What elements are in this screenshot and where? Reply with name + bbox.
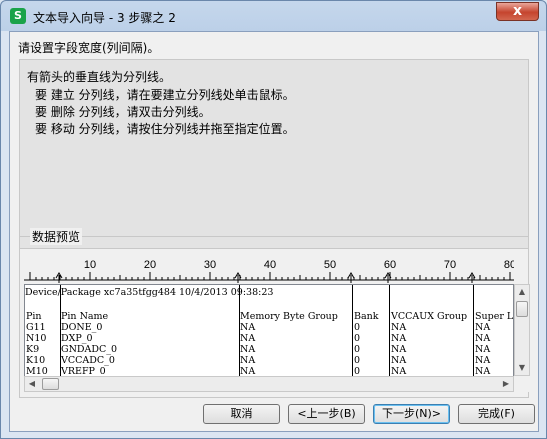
back-button[interactable]: <上一步(B) (288, 404, 365, 424)
horizontal-scroll-thumb[interactable] (42, 378, 59, 390)
table-cell: K9 (26, 344, 40, 355)
column-break-line[interactable] (239, 285, 240, 388)
table-cell: NA (240, 322, 256, 333)
table-cell: NA (391, 355, 407, 366)
column-break-line[interactable] (389, 285, 390, 388)
table-cell: NA (240, 333, 256, 344)
close-button[interactable]: x (496, 2, 539, 21)
table-cell: G11 (26, 322, 46, 333)
finish-button[interactable]: 完成(F) (458, 404, 535, 424)
ruler-label: 10 (84, 259, 96, 271)
table-cell: DXP_0 (61, 333, 93, 344)
column-ruler[interactable]: 10 20 30 40 50 60 70 80 (24, 257, 514, 283)
ruler-label: 60 (384, 259, 396, 271)
column-break-line[interactable] (352, 285, 353, 388)
table-cell: 0 (354, 344, 361, 355)
ruler-graphic: 10 20 30 40 50 60 70 80 (24, 259, 514, 283)
column-header-cell: Memory Byte Group (240, 311, 338, 322)
table-cell: NA (475, 344, 491, 355)
scroll-right-icon[interactable]: ▶ (499, 377, 513, 391)
instruction-delete: 要 删除 分列线，请双击分列线。 (35, 105, 211, 119)
app-icon: S (10, 8, 26, 24)
table-cell: NA (475, 355, 491, 366)
cancel-button[interactable]: 取消 (203, 404, 280, 424)
preview-grid[interactable]: Device/Package xc7a35tfgg484 10/4/2013 0… (24, 284, 514, 389)
scroll-corner (514, 376, 530, 392)
table-cell: NA (240, 344, 256, 355)
table-cell: NA (475, 322, 491, 333)
table-cell: NA (391, 322, 407, 333)
column-header-cell: Super L (475, 311, 514, 322)
preview-title-line: Device/Package xc7a35tfgg484 10/4/2013 0… (25, 287, 274, 298)
wizard-content: 请设置字段宽度(列间隔)。 有箭头的垂直线为分列线。 要 建立 分列线，请在要建… (9, 31, 539, 432)
scroll-down-icon[interactable]: ▼ (515, 361, 529, 375)
column-break-line[interactable] (473, 285, 474, 388)
table-cell: VCCADC_0 (61, 355, 115, 366)
scroll-up-icon[interactable]: ▲ (515, 285, 529, 299)
ruler-label: 70 (444, 259, 456, 271)
instruction-create: 要 建立 分列线，请在要建立分列线处单击鼠标。 (35, 88, 295, 102)
table-cell: 0 (354, 333, 361, 344)
step-prompt: 请设置字段宽度(列间隔)。 (18, 41, 160, 55)
table-cell: NA (475, 333, 491, 344)
column-header-cell: VCCAUX Group (391, 311, 468, 322)
table-cell: NA (391, 344, 407, 355)
ruler-label: 30 (204, 259, 216, 271)
column-break-arrow[interactable] (55, 272, 63, 283)
table-cell: NA (391, 333, 407, 344)
horizontal-scrollbar[interactable]: ◀ ▶ (24, 376, 514, 392)
next-button[interactable]: 下一步(N)> (373, 404, 450, 424)
column-header-cell: Pin (26, 311, 42, 322)
instructions-heading: 有箭头的垂直线为分列线。 (27, 70, 172, 84)
column-header-cell: Pin Name (61, 311, 109, 322)
vertical-scrollbar[interactable]: ▲ ▼ (514, 284, 530, 376)
scroll-left-icon[interactable]: ◀ (25, 377, 39, 391)
table-cell: 0 (354, 355, 361, 366)
data-preview-label: 数据预览 (30, 228, 83, 245)
ruler-label: 80 (504, 259, 514, 271)
ruler-label: 40 (264, 259, 276, 271)
instruction-move: 要 移动 分列线，请按住分列线并拖至指定位置。 (35, 122, 295, 136)
column-break-arrow[interactable] (347, 272, 355, 283)
ruler-label: 50 (324, 259, 336, 271)
table-cell: K10 (26, 355, 46, 366)
window-title: 文本导入向导 - 3 步骤之 2 (33, 11, 176, 25)
text-import-wizard-window: S 文本导入向导 - 3 步骤之 2 x 请设置字段宽度(列间隔)。 有箭头的垂… (0, 0, 547, 439)
title-bar[interactable]: S 文本导入向导 - 3 步骤之 2 x (1, 1, 546, 31)
table-cell: GNDADC_0 (61, 344, 118, 355)
vertical-scroll-thumb[interactable] (516, 301, 528, 317)
table-cell: N10 (26, 333, 47, 344)
column-header-cell: Bank (354, 311, 379, 322)
table-cell: 0 (354, 322, 361, 333)
ruler-label: 20 (144, 259, 156, 271)
instructions-panel: 有箭头的垂直线为分列线。 要 建立 分列线，请在要建立分列线处单击鼠标。 要 删… (19, 59, 529, 249)
table-cell: NA (240, 355, 256, 366)
column-break-line[interactable] (60, 285, 61, 388)
table-cell: DONE_0 (61, 322, 103, 333)
